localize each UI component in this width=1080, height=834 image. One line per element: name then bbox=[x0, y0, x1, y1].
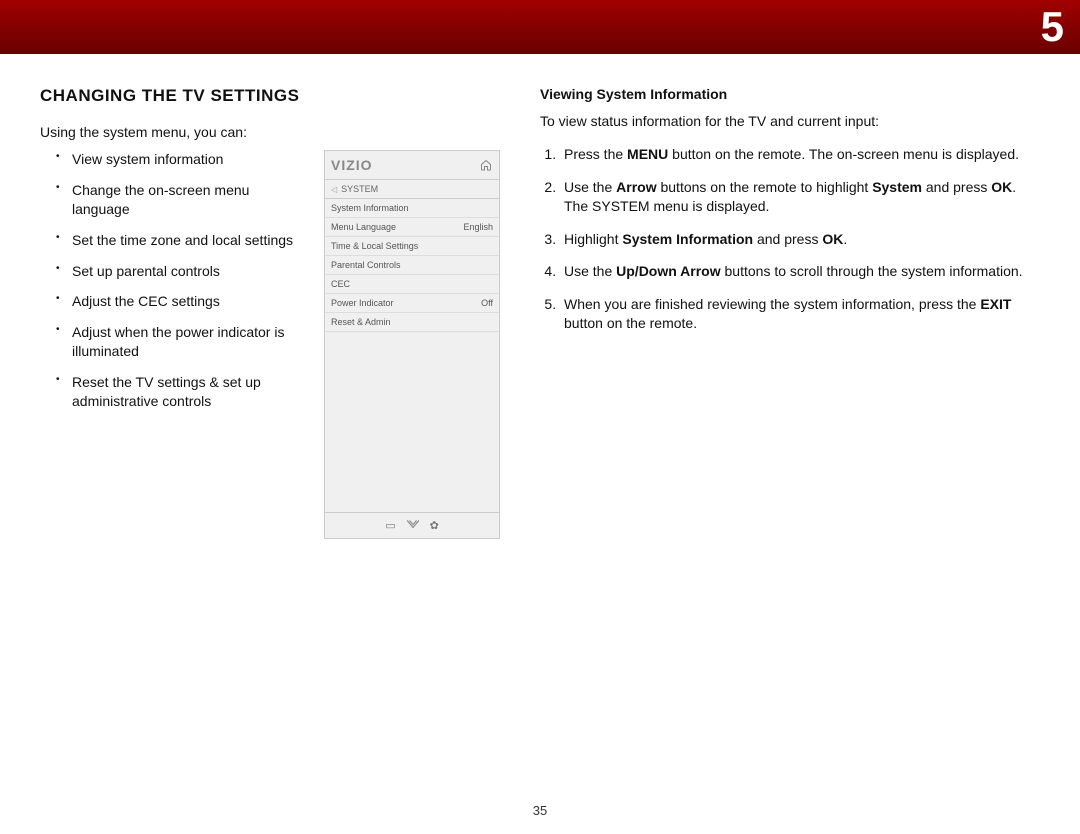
chapter-number: 5 bbox=[1041, 3, 1064, 51]
tv-osd-menu: VIZIO ◁ SYSTEM System Information Menu L… bbox=[324, 150, 500, 539]
tv-menu-row: CEC bbox=[325, 275, 499, 294]
tv-menu-row: Menu LanguageEnglish bbox=[325, 218, 499, 237]
list-item: Adjust when the power indicator is illum… bbox=[58, 323, 306, 361]
list-item: Change the on-screen menu language bbox=[58, 181, 306, 219]
list-item: Set up parental controls bbox=[58, 262, 306, 281]
section-heading: CHANGING THE TV SETTINGS bbox=[40, 86, 500, 106]
left-column: CHANGING THE TV SETTINGS Using the syste… bbox=[40, 86, 500, 539]
step-item: Press the MENU button on the remote. The… bbox=[560, 145, 1040, 164]
page-number: 35 bbox=[533, 803, 547, 818]
intro-text: Using the system menu, you can: bbox=[40, 124, 500, 140]
wide-icon: ▭ bbox=[385, 519, 395, 532]
step-item: Highlight System Information and press O… bbox=[560, 230, 1040, 249]
tv-menu-footer: ▭ ✿ bbox=[325, 512, 499, 538]
list-item: Reset the TV settings & set up administr… bbox=[58, 373, 306, 411]
vizio-logo: VIZIO bbox=[331, 157, 373, 173]
back-icon: ◁ bbox=[331, 185, 337, 194]
v-icon bbox=[406, 519, 420, 532]
tv-menu-row: Parental Controls bbox=[325, 256, 499, 275]
chapter-banner: 5 bbox=[0, 0, 1080, 54]
tv-breadcrumb: ◁ SYSTEM bbox=[325, 180, 499, 199]
subsection-intro: To view status information for the TV an… bbox=[540, 112, 1040, 131]
page-content: CHANGING THE TV SETTINGS Using the syste… bbox=[0, 54, 1080, 559]
tv-menu-row: Reset & Admin bbox=[325, 313, 499, 332]
subsection-heading: Viewing System Information bbox=[540, 86, 1040, 102]
step-item: Use the Up/Down Arrow buttons to scroll … bbox=[560, 262, 1040, 281]
tv-menu-row: Time & Local Settings bbox=[325, 237, 499, 256]
steps-list: Press the MENU button on the remote. The… bbox=[540, 145, 1040, 333]
right-column: Viewing System Information To view statu… bbox=[540, 86, 1040, 539]
tv-menu-row: Power IndicatorOff bbox=[325, 294, 499, 313]
home-icon bbox=[479, 158, 493, 172]
list-item: View system information bbox=[58, 150, 306, 169]
list-item: Set the time zone and local settings bbox=[58, 231, 306, 250]
tv-menu-header: VIZIO bbox=[325, 151, 499, 180]
breadcrumb-label: SYSTEM bbox=[341, 184, 378, 194]
capabilities-list: View system information Change the on-sc… bbox=[40, 150, 306, 423]
tv-menu-row: System Information bbox=[325, 199, 499, 218]
step-item: Use the Arrow buttons on the remote to h… bbox=[560, 178, 1040, 216]
gear-icon: ✿ bbox=[430, 519, 439, 532]
step-item: When you are finished reviewing the syst… bbox=[560, 295, 1040, 333]
tv-menu-fill bbox=[325, 332, 499, 512]
list-item: Adjust the CEC settings bbox=[58, 292, 306, 311]
